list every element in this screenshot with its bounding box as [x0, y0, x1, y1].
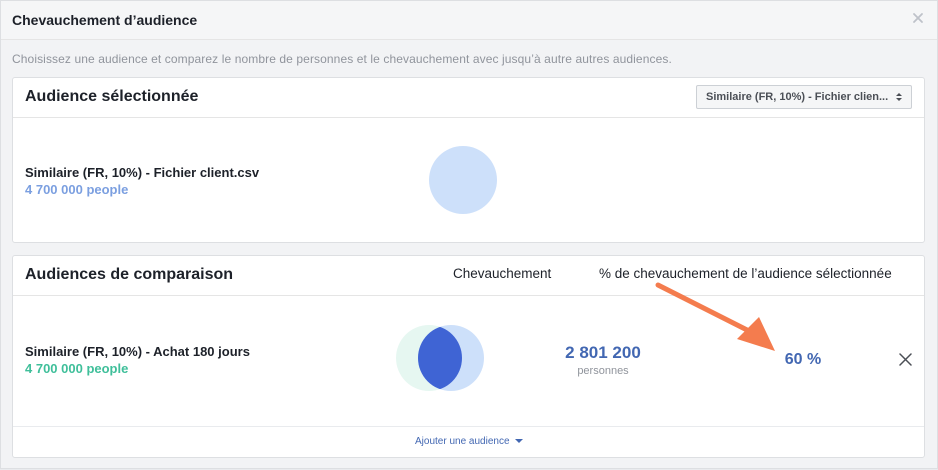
- audience-select-value: Similaire (FR, 10%) - Fichier clien...: [706, 91, 889, 103]
- select-arrows-icon: [896, 93, 902, 101]
- selected-audience-circle: [429, 146, 497, 214]
- selected-audience-size: 4 700 000 people: [25, 182, 129, 197]
- selected-audience-name: Similaire (FR, 10%) - Fichier client.csv: [25, 165, 260, 180]
- comparison-header: Audiences de comparaison Chevauchement %…: [13, 256, 924, 296]
- overlap-unit: personnes: [577, 365, 629, 377]
- add-audience-link[interactable]: Ajouter une audience: [415, 436, 523, 447]
- comparison-audience-size: 4 700 000 people: [25, 361, 129, 376]
- dialog-header: Chevauchement d’audience: [1, 1, 937, 40]
- close-dialog-icon[interactable]: [911, 11, 925, 25]
- overlap-value: 2 801 200: [565, 343, 641, 362]
- comparison-audience-name: Similaire (FR, 10%) - Achat 180 jours: [25, 344, 250, 359]
- overlap-venn-diagram: [396, 325, 484, 391]
- dialog-subtitle: Choisissez une audience et comparez le n…: [12, 52, 672, 66]
- percent-column-heading: % de chevauchement de l’audience sélecti…: [599, 266, 892, 281]
- audience-select-dropdown[interactable]: Similaire (FR, 10%) - Fichier clien...: [696, 85, 912, 109]
- audience-overlap-dialog: Chevauchement d’audience Choisissez une …: [0, 0, 938, 469]
- comparison-panel: Audiences de comparaison Chevauchement %…: [12, 255, 925, 458]
- selected-audience-header: Audience sélectionnée Similaire (FR, 10%…: [13, 78, 924, 118]
- dialog-title: Chevauchement d’audience: [12, 12, 198, 28]
- add-row-divider: [13, 426, 924, 427]
- comparison-heading: Audiences de comparaison: [25, 266, 234, 283]
- overlap-column-heading: Chevauchement: [453, 266, 552, 281]
- selected-audience-heading: Audience sélectionnée: [25, 88, 199, 105]
- remove-audience-icon[interactable]: [899, 353, 912, 366]
- add-audience-label: Ajouter une audience: [415, 436, 510, 447]
- add-audience-caret-icon: [514, 439, 523, 444]
- selected-audience-panel: Audience sélectionnée Similaire (FR, 10%…: [12, 77, 925, 243]
- overlap-percent: 60 %: [784, 351, 822, 368]
